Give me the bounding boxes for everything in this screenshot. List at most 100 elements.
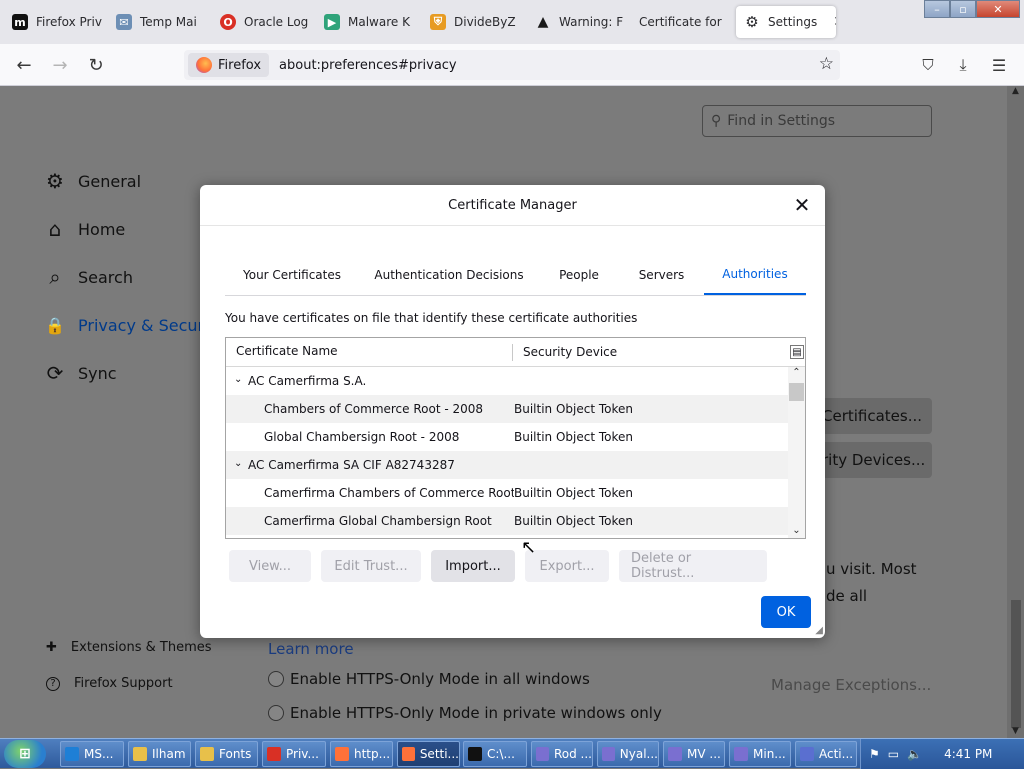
tab-malware[interactable]: ▶ Malware K <box>316 6 420 38</box>
tab-label: Firefox Priv <box>36 15 102 29</box>
chevron-down-icon[interactable]: ⌄ <box>234 374 242 385</box>
taskbar-item-label: Nyal... <box>619 747 658 761</box>
scroll-up-icon[interactable]: ▲ <box>1007 86 1024 96</box>
restore-button[interactable]: ▫ <box>950 0 976 18</box>
category-sync[interactable]: ⟳ Sync <box>44 361 117 385</box>
start-button[interactable]: ⊞ <box>4 740 46 768</box>
tree-row[interactable]: ⌄ AC Camerfirma SA CIF A82743287 <box>226 451 788 479</box>
tab-dividebyzero[interactable]: ⛨ DivideByZ <box>422 6 526 38</box>
tab-servers[interactable]: Servers <box>619 255 704 295</box>
https-only-private-windows-radio[interactable]: Enable HTTPS-Only Mode in private window… <box>268 704 662 722</box>
taskbar-item[interactable]: Priv... <box>262 741 326 767</box>
column-picker-icon[interactable]: ▤ <box>790 345 804 359</box>
tree-row[interactable]: Chambers of Commerce Root - 2008 Builtin… <box>226 395 788 423</box>
export-button[interactable]: Export... <box>525 550 609 582</box>
scrollbar-thumb[interactable] <box>789 383 804 401</box>
firefox-support-link[interactable]: ? Firefox Support <box>46 676 173 691</box>
minimize-button[interactable]: – <box>924 0 950 18</box>
volume-icon[interactable]: 🔈 <box>907 747 922 761</box>
taskbar-item[interactable]: Rod ... <box>531 741 593 767</box>
column-certificate-name[interactable]: Certificate Name <box>226 343 513 361</box>
security-devices-button[interactable]: rity Devices... <box>818 442 932 478</box>
resize-grip-icon[interactable]: ◢ <box>815 625 823 636</box>
column-security-device[interactable]: Security Device <box>513 345 790 359</box>
tab-temp-mail[interactable]: ✉ Temp Mai <box>108 6 212 38</box>
taskbar-item[interactable]: Min... <box>729 741 791 767</box>
close-icon[interactable]: ✕ <box>791 195 813 217</box>
category-search[interactable]: ⌕ Search <box>44 265 133 289</box>
radio-label: Enable HTTPS-Only Mode in private window… <box>290 704 662 722</box>
chevron-down-icon[interactable]: ⌄ <box>234 458 242 469</box>
tab-warning[interactable]: ▲ Warning: F <box>527 6 631 38</box>
flag-icon <box>800 747 814 761</box>
certificate-tree[interactable]: Certificate Name Security Device ▤ ⌄ AC C… <box>225 337 806 539</box>
taskbar-item[interactable]: http... <box>330 741 393 767</box>
page-scrollbar[interactable]: ▲ ▼ <box>1007 86 1024 738</box>
bookmark-star-icon[interactable]: ☆ <box>819 54 834 74</box>
tab-settings[interactable]: ⚙ Settings ✕ <box>736 6 836 38</box>
taskbar-item[interactable]: MV ... <box>663 741 725 767</box>
tab-people[interactable]: People <box>539 255 619 295</box>
tree-scrollbar[interactable]: ⌃ ⌄ <box>788 367 805 538</box>
view-certificates-button[interactable]: Certificates... <box>818 398 932 434</box>
taskbar-item[interactable]: Setti... <box>397 741 460 767</box>
close-window-button[interactable]: ✕ <box>976 0 1020 18</box>
scrollbar-thumb[interactable] <box>1011 600 1021 728</box>
certificate-name: Chambers of Commerce Root - 2008 <box>264 402 484 416</box>
tab-oracle-login[interactable]: O Oracle Log <box>212 6 316 38</box>
learn-more-link[interactable]: Learn more <box>268 640 354 658</box>
scroll-down-icon[interactable]: ▼ <box>1007 726 1024 736</box>
tab-firefox-privacy[interactable]: m Firefox Priv <box>4 6 108 38</box>
url-text[interactable]: about:preferences#privacy <box>279 58 457 73</box>
firefox-icon <box>335 747 349 761</box>
puzzle-icon: ✚ <box>46 640 57 655</box>
category-privacy-security[interactable]: 🔒 Privacy & Security <box>44 314 224 336</box>
footer-label: Firefox Support <box>74 676 173 691</box>
tab-authorities[interactable]: Authorities <box>704 255 806 295</box>
taskbar-item[interactable]: Nyal... <box>597 741 659 767</box>
delete-or-distrust-button[interactable]: Delete or Distrust... <box>619 550 767 582</box>
extensions-themes-link[interactable]: ✚ Extensions & Themes <box>46 640 212 655</box>
downloads-icon[interactable]: ⤓ <box>949 51 977 79</box>
manage-exceptions-button[interactable]: Manage Exceptions... <box>771 676 931 694</box>
taskbar-item[interactable]: Ilham <box>128 741 191 767</box>
tab-authentication-decisions[interactable]: Authentication Decisions <box>359 255 539 295</box>
find-placeholder: Find in Settings <box>727 113 836 129</box>
scroll-up-icon[interactable]: ⌃ <box>788 367 805 381</box>
taskbar-item-label: Fonts <box>219 747 252 761</box>
category-home[interactable]: ⌂ Home <box>44 217 126 241</box>
certificate-name: AC Camerfirma SA CIF A82743287 <box>248 458 455 472</box>
search-icon: ⚲ <box>711 113 722 129</box>
pocket-icon[interactable]: ⛉ <box>914 51 942 79</box>
taskbar-item[interactable]: C:\... <box>463 741 527 767</box>
taskbar-item[interactable]: Acti... <box>795 741 857 767</box>
tree-row[interactable]: Camerfirma Global Chambersign Root Built… <box>226 507 788 535</box>
tab-certificate[interactable]: Certificate for <box>631 6 731 38</box>
taskbar-item[interactable]: Fonts <box>195 741 258 767</box>
network-icon[interactable]: ▭ <box>888 747 899 761</box>
category-general[interactable]: ⚙ General <box>44 169 141 193</box>
taskbar-item[interactable]: MS... <box>60 741 124 767</box>
forward-button[interactable]: → <box>46 51 74 79</box>
network-error-icon[interactable]: ⚑ <box>869 747 880 761</box>
find-in-settings-input[interactable]: ⚲ Find in Settings <box>702 105 932 137</box>
back-button[interactable]: ← <box>10 51 38 79</box>
identity-box[interactable]: Firefox <box>188 53 270 77</box>
reload-button[interactable]: ↻ <box>82 51 110 79</box>
ok-button[interactable]: OK <box>761 596 811 628</box>
tree-row[interactable]: Global Chambersign Root - 2008 Builtin O… <box>226 423 788 451</box>
scroll-down-icon[interactable]: ⌄ <box>788 525 805 538</box>
url-bar[interactable]: Firefox about:preferences#privacy ☆ <box>184 50 840 80</box>
edit-trust-button[interactable]: Edit Trust... <box>321 550 421 582</box>
tree-row[interactable]: Camerfirma Chambers of Commerce Root Bui… <box>226 479 788 507</box>
tree-row[interactable]: ⌄ AC Camerfirma S.A. <box>226 367 788 395</box>
tab-label: Warning: F <box>559 15 624 29</box>
clock[interactable]: 4:41 PM <box>944 747 992 761</box>
menu-icon[interactable]: ☰ <box>985 51 1013 79</box>
import-button[interactable]: Import... <box>431 550 515 582</box>
close-tab-icon[interactable]: ✕ <box>833 14 836 30</box>
footer-label: Extensions & Themes <box>70 640 212 655</box>
view-button[interactable]: View... <box>229 550 311 582</box>
tab-your-certificates[interactable]: Your Certificates <box>225 255 359 295</box>
https-only-all-windows-radio[interactable]: Enable HTTPS-Only Mode in all windows <box>268 670 590 688</box>
